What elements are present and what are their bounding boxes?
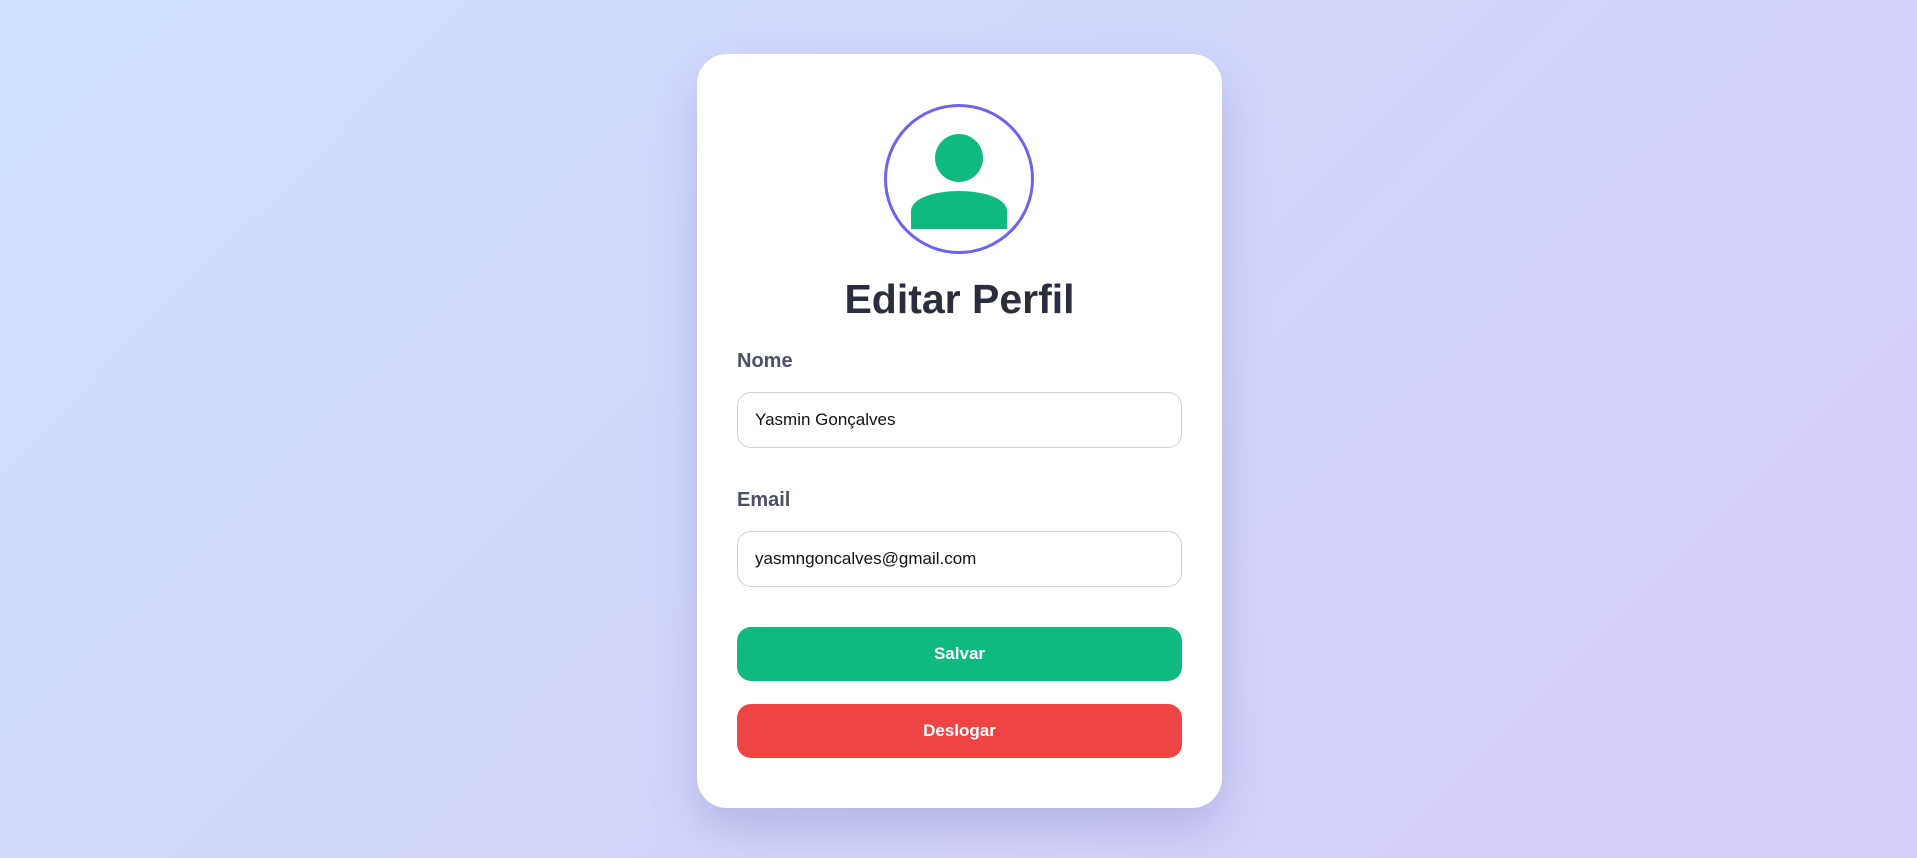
email-label: Email: [737, 489, 791, 511]
logout-button[interactable]: Deslogar: [737, 704, 1182, 758]
name-field[interactable]: [737, 392, 1182, 448]
page-title: Editar Perfil: [844, 276, 1075, 322]
avatar[interactable]: [884, 104, 1034, 254]
email-field[interactable]: [737, 531, 1182, 587]
name-label: Nome: [737, 350, 793, 372]
save-button[interactable]: Salvar: [737, 627, 1182, 681]
user-icon: [911, 134, 1007, 229]
profile-card: Editar Perfil Nome Email Salvar Deslogar: [697, 54, 1222, 808]
